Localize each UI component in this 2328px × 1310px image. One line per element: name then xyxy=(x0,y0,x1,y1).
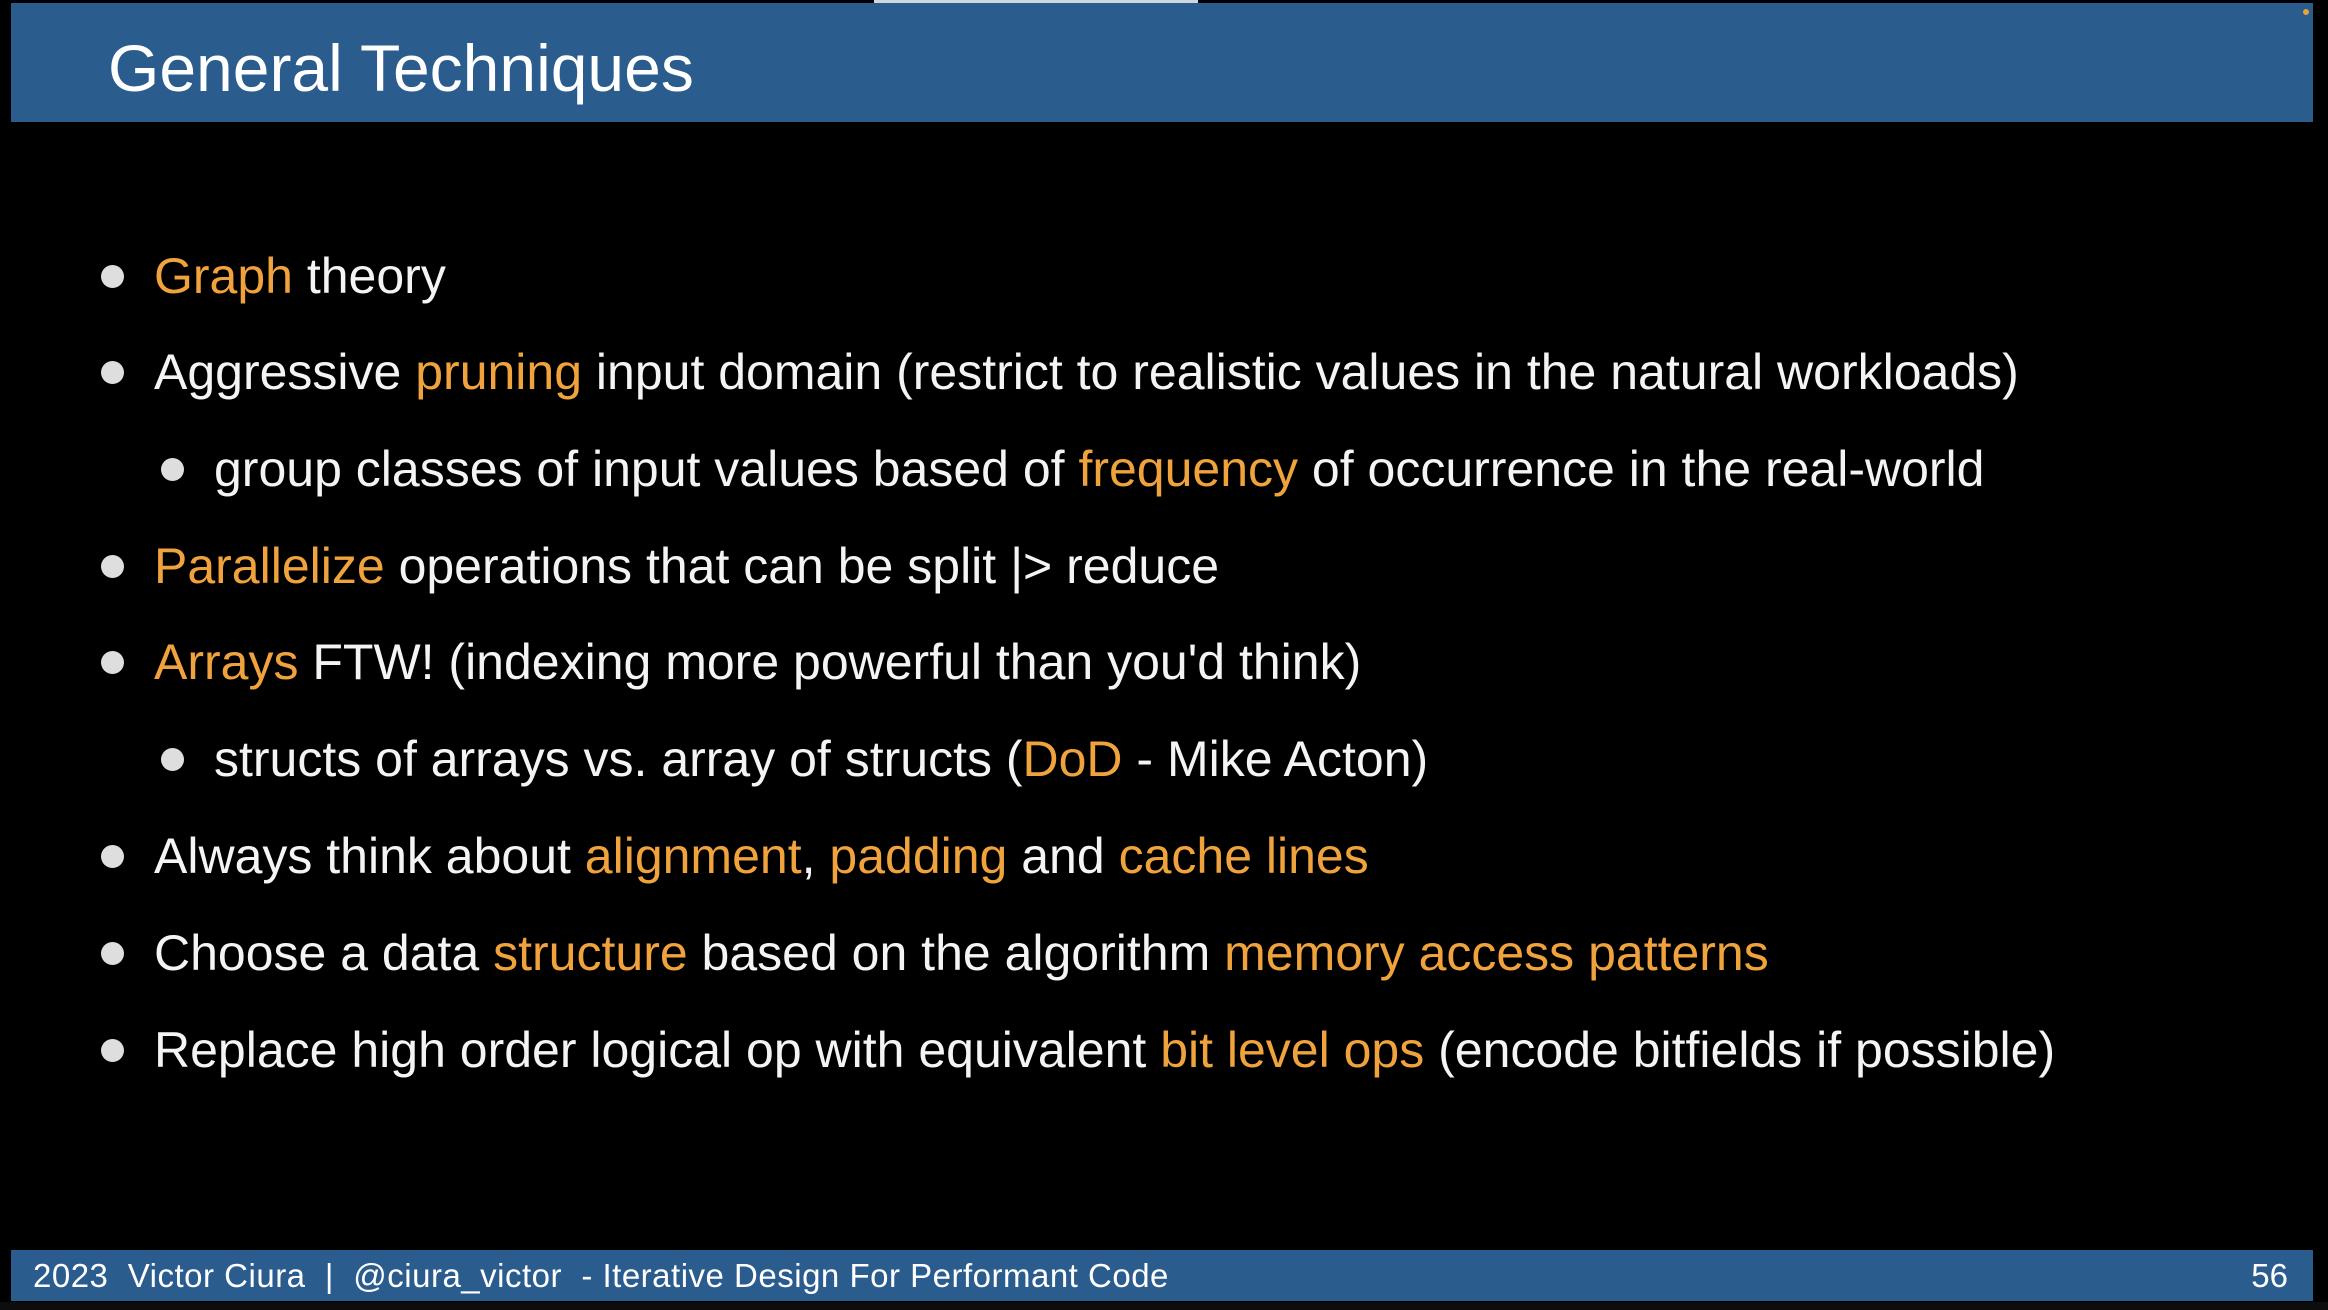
highlighted-term: alignment xyxy=(584,828,802,884)
bullet-text: Graph theory xyxy=(154,240,446,312)
bullet-item: Aggressive pruning input domain (restric… xyxy=(101,336,2019,408)
bullet-dot-icon xyxy=(161,747,184,771)
bullet-item: Choose a data structure based on the alg… xyxy=(101,917,1769,989)
bullet-text: structs of arrays vs. array of structs (… xyxy=(214,723,1428,795)
bullet-text: group classes of input values based of f… xyxy=(214,433,1984,505)
bullet-dot-icon xyxy=(101,941,124,965)
bullet-text: Always think about alignment, padding an… xyxy=(154,820,1369,892)
sub-bullet-item: structs of arrays vs. array of structs (… xyxy=(161,723,1428,795)
highlighted-term: bit level ops xyxy=(1160,1022,1425,1078)
bullet-item: Parallelize operations that can be split… xyxy=(101,530,1219,602)
highlighted-term: cache lines xyxy=(1118,828,1369,884)
bullet-text: Aggressive pruning input domain (restric… xyxy=(154,336,2019,408)
bullet-text-segment: (encode bitfields if possible) xyxy=(1424,1022,2056,1078)
bullet-text-segment: operations that can be split |> reduce xyxy=(384,538,1220,594)
highlighted-term: Arrays xyxy=(154,634,299,690)
bullet-dot-icon xyxy=(161,457,184,481)
footer-text: 2023 Victor Ciura | @ciura_victor - Iter… xyxy=(33,1257,1169,1294)
bullet-item: Always think about alignment, padding an… xyxy=(101,820,1369,892)
bullet-dot-icon xyxy=(101,844,124,868)
highlighted-term: DoD xyxy=(1022,731,1123,787)
highlighted-term: Graph xyxy=(154,248,293,304)
bullet-dot-icon xyxy=(101,650,124,674)
highlighted-term: Parallelize xyxy=(154,538,385,594)
page-number: 56 xyxy=(2251,1257,2288,1294)
bullet-text-segment: Replace high order logical op with equiv… xyxy=(154,1022,1161,1078)
bullet-dot-icon xyxy=(101,1038,124,1062)
bullet-text-segment: and xyxy=(1007,828,1119,884)
sub-bullet-item: group classes of input values based of f… xyxy=(161,433,1984,505)
bullet-text-segment: Aggressive xyxy=(154,344,416,400)
bullet-item: Graph theory xyxy=(101,240,446,312)
highlighted-term: padding xyxy=(829,828,1008,884)
bullet-text: Replace high order logical op with equiv… xyxy=(154,1014,2055,1086)
bullet-text: Arrays FTW! (indexing more powerful than… xyxy=(154,626,1361,698)
highlighted-term: pruning xyxy=(415,344,583,400)
highlighted-term: structure xyxy=(493,925,688,981)
bullet-list: Graph theory Aggressive pruning input dom… xyxy=(0,0,2328,1200)
bullet-text-segment: Always think about xyxy=(154,828,585,884)
bullet-dot-icon xyxy=(101,264,124,288)
bullet-dot-icon xyxy=(101,360,124,384)
bullet-text-segment: structs of arrays vs. array of structs ( xyxy=(214,731,1023,787)
bullet-text-segment: FTW! (indexing more powerful than you'd … xyxy=(298,634,1362,690)
bullet-item: Replace high order logical op with equiv… xyxy=(101,1014,2055,1086)
bullet-text: Parallelize operations that can be split… xyxy=(154,530,1219,602)
bullet-text-segment: input domain (restrict to realistic valu… xyxy=(582,344,2019,400)
bullet-text-segment: - Mike Acton) xyxy=(1122,731,1429,787)
bullet-text-segment: group classes of input values based of xyxy=(214,441,1079,497)
bullet-text-segment: theory xyxy=(292,248,446,304)
bullet-text-segment: , xyxy=(801,828,830,884)
bullet-text-segment: of occurrence in the real-world xyxy=(1298,441,1985,497)
bottom-strip xyxy=(0,1302,2328,1310)
bullet-item: Arrays FTW! (indexing more powerful than… xyxy=(101,626,1361,698)
bullet-text: Choose a data structure based on the alg… xyxy=(154,917,1769,989)
highlighted-term: memory access patterns xyxy=(1224,925,1769,981)
footer-bar: 2023 Victor Ciura | @ciura_victor - Iter… xyxy=(11,1250,2313,1301)
highlighted-term: frequency xyxy=(1078,441,1299,497)
bullet-text-segment: based on the algorithm xyxy=(687,925,1225,981)
bullet-text-segment: Choose a data xyxy=(154,925,494,981)
bullet-dot-icon xyxy=(101,554,124,578)
